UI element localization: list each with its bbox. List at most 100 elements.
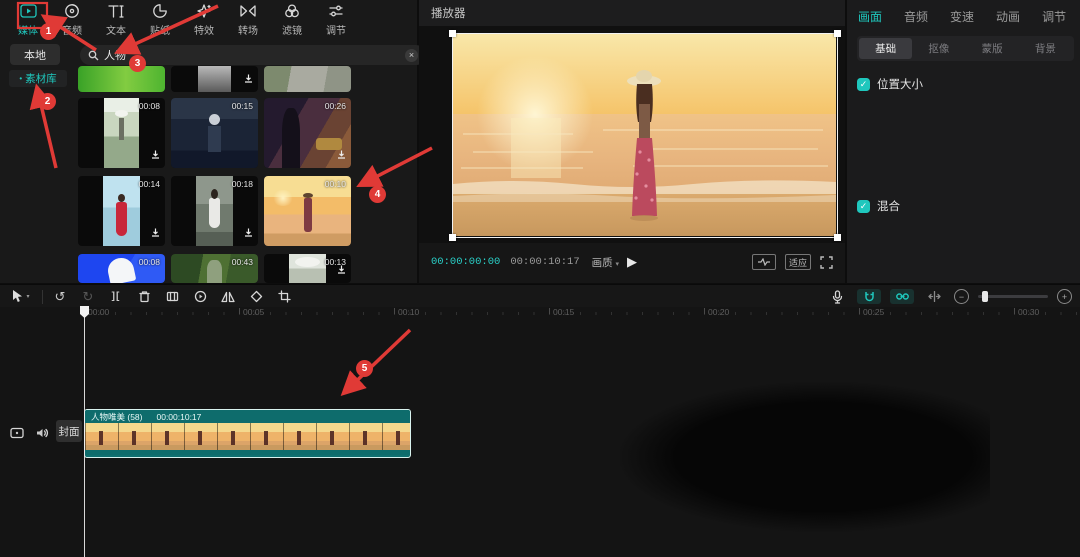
zoom-slider-knob[interactable]: [982, 291, 988, 302]
resize-handle-bl[interactable]: [449, 234, 456, 241]
thumbnail-detail: [295, 257, 320, 267]
media-thumbnail[interactable]: [78, 66, 165, 92]
toolbar-tab-effects[interactable]: 特效: [182, 2, 226, 37]
subtab-basic[interactable]: 基础: [859, 38, 912, 59]
rotate-button[interactable]: [245, 286, 267, 308]
sidebar-item-local[interactable]: 本地: [10, 44, 60, 65]
player-canvas[interactable]: [419, 26, 845, 243]
dark-blob-artifact: [620, 382, 990, 532]
thumbnail-detail: [304, 198, 312, 232]
current-time: 00:00:00:00: [431, 256, 500, 268]
thumbnail-detail: [303, 193, 313, 198]
subtab-background[interactable]: 背景: [1019, 38, 1072, 59]
duration-badge: 00:08: [139, 101, 160, 111]
zoom-out-button[interactable]: −: [954, 289, 969, 304]
mirror-button[interactable]: [217, 286, 239, 308]
resize-handle-br[interactable]: [834, 234, 841, 241]
split-button[interactable]: ][: [105, 286, 127, 308]
cover-button[interactable]: 封面: [56, 420, 82, 442]
transitions-icon: [226, 2, 270, 20]
media-thumbnail[interactable]: [171, 66, 258, 92]
media-thumbnail[interactable]: 00:14: [78, 176, 165, 246]
timeline-area: 00:00 00:05 00:10 00:15 00:20 00:25 00:3…: [0, 307, 1080, 557]
track-preview-toggle-icon[interactable]: [10, 426, 24, 444]
timeline-zoom-slider[interactable]: [978, 295, 1048, 298]
subtab-mask[interactable]: 蒙版: [966, 38, 1019, 59]
subtab-cutout[interactable]: 抠像: [912, 38, 965, 59]
freeze-frame-button[interactable]: [161, 286, 183, 308]
playhead-handle[interactable]: [79, 305, 90, 319]
thumbnail-detail: [116, 202, 127, 236]
tab-picture[interactable]: 画面: [858, 8, 882, 25]
toolbar-tab-label: 调节: [314, 22, 358, 37]
toolbar-tab-label: 特效: [182, 22, 226, 37]
fullscreen-icon[interactable]: [820, 256, 833, 269]
resize-handle-tr[interactable]: [834, 30, 841, 37]
quality-dropdown[interactable]: 画质 ▾: [592, 255, 619, 270]
checkbox-checked-icon[interactable]: ✓: [857, 78, 870, 91]
download-icon[interactable]: [337, 261, 346, 279]
duration-badge: 00:14: [139, 179, 160, 189]
crop-button[interactable]: [273, 286, 295, 308]
annotation-number-1: 1: [40, 23, 57, 40]
media-thumbnail[interactable]: [264, 66, 351, 92]
record-voiceover-button[interactable]: [826, 286, 848, 308]
clear-search-icon[interactable]: ×: [405, 49, 418, 62]
chevron-down-icon: ▾: [26, 293, 29, 300]
toolbar-tab-filters[interactable]: 滤镜: [270, 2, 314, 37]
toolbar-tab-adjust[interactable]: 调节: [314, 2, 358, 37]
timeline-toolbar: ▾ ↺ ↻ ][: [0, 284, 1080, 309]
download-icon[interactable]: [337, 146, 346, 164]
ruler-label: 00:25: [863, 307, 884, 317]
annotation-number-3: 3: [129, 55, 146, 72]
playhead-line[interactable]: [84, 307, 85, 557]
media-thumbnail[interactable]: 00:08: [78, 98, 165, 168]
adjust-icon: [314, 2, 358, 20]
media-thumbnail-sunset-selected[interactable]: 00:10: [264, 176, 351, 246]
toolbar-tab-sticker[interactable]: 贴纸: [138, 2, 182, 37]
duration-badge: 00:26: [325, 101, 346, 111]
tab-speed[interactable]: 变速: [950, 8, 974, 25]
download-icon[interactable]: [244, 224, 253, 242]
timeline-clip-selected[interactable]: 人物唯美 (58) 00:00:10:17: [84, 409, 411, 458]
download-icon[interactable]: [151, 224, 160, 242]
thumbnail-image: [264, 66, 351, 92]
thumbnail-image: [78, 66, 165, 92]
media-thumbnail[interactable]: 00:26: [264, 98, 351, 168]
sidebar-item-library[interactable]: • 素材库: [9, 70, 67, 87]
zoom-in-button[interactable]: +: [1057, 289, 1072, 304]
preview-axis-button[interactable]: [923, 286, 945, 308]
original-sound-icon[interactable]: [752, 254, 776, 270]
media-thumbnail[interactable]: 00:08: [78, 254, 165, 283]
play-button[interactable]: ▶: [627, 254, 637, 270]
toolbar-tab-label: 贴纸: [138, 22, 182, 37]
blend-header: ✓ 混合: [857, 198, 900, 214]
fit-button[interactable]: 适应: [785, 254, 811, 270]
position-size-header: ✓ 位置大小: [857, 76, 923, 92]
link-toggle[interactable]: [890, 289, 914, 304]
tab-audio[interactable]: 音频: [904, 8, 928, 25]
total-duration: 00:00:10:17: [510, 256, 579, 268]
tab-animation[interactable]: 动画: [996, 8, 1020, 25]
undo-button[interactable]: ↺: [49, 286, 71, 308]
toolbar-tab-transitions[interactable]: 转场: [226, 2, 270, 37]
magnet-snap-toggle[interactable]: [857, 289, 881, 304]
ruler-label: 00:20: [708, 307, 729, 317]
media-thumbnail[interactable]: 00:18: [171, 176, 258, 246]
player-video-frame[interactable]: [452, 33, 838, 238]
resize-handle-tl[interactable]: [449, 30, 456, 37]
select-tool-button[interactable]: ▾: [6, 286, 36, 308]
tab-adjust[interactable]: 调节: [1042, 8, 1066, 25]
media-thumbnail[interactable]: 00:13: [264, 254, 351, 283]
media-thumbnail[interactable]: 00:15: [171, 98, 258, 168]
toolbar-tab-text[interactable]: 文本: [94, 2, 138, 37]
download-icon[interactable]: [244, 70, 253, 88]
media-thumbnail[interactable]: 00:43: [171, 254, 258, 283]
text-icon: [94, 2, 138, 20]
track-mute-icon[interactable]: [36, 426, 49, 444]
delete-button[interactable]: [133, 286, 155, 308]
checkbox-checked-icon[interactable]: ✓: [857, 200, 870, 213]
download-icon[interactable]: [151, 146, 160, 164]
reverse-button[interactable]: [189, 286, 211, 308]
timeline-ruler[interactable]: 00:00 00:05 00:10 00:15 00:20 00:25 00:3…: [0, 307, 1080, 322]
